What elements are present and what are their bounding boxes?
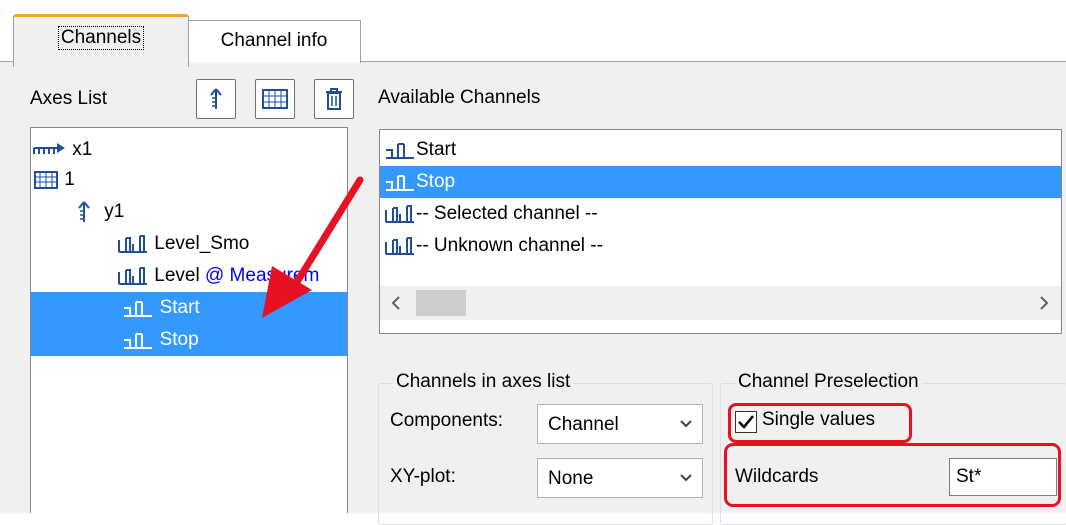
list-item[interactable]: -- Selected channel -- xyxy=(380,198,1061,230)
group-title: Channel Preselection xyxy=(735,371,922,393)
scrollbar-thumb[interactable] xyxy=(416,290,466,316)
tree-item-start[interactable]: Start xyxy=(31,292,347,324)
tree-item-label: Start xyxy=(159,297,200,318)
axes-list-label: Axes List xyxy=(30,88,108,109)
tree-item-label: 1 xyxy=(64,169,75,190)
single-values-highlight xyxy=(728,403,912,443)
list-item[interactable]: Stop xyxy=(380,166,1061,198)
available-channels-label: Available Channels xyxy=(378,87,541,108)
add-y-axis-button[interactable] xyxy=(196,79,236,119)
list-item-label: Start xyxy=(416,139,457,160)
tree-item-label: y1 xyxy=(104,201,125,222)
tab-channel-info[interactable]: Channel info xyxy=(187,20,361,63)
scroll-left-icon[interactable] xyxy=(390,295,402,311)
axes-list-tree[interactable]: x1 1 y1 Level_Smo Level @ Measurem Start xyxy=(30,127,348,513)
tree-item-level-smo[interactable]: Level_Smo xyxy=(117,228,249,260)
components-select[interactable]: Channel xyxy=(537,404,703,444)
tree-item-source: @ Measurem xyxy=(204,265,320,286)
grid-icon xyxy=(34,170,58,189)
channel-icon xyxy=(386,174,414,191)
tree-item-label: Stop xyxy=(159,329,199,350)
list-item[interactable]: Start xyxy=(380,134,1061,166)
list-item-label: -- Unknown channel -- xyxy=(416,235,603,256)
add-grid-button[interactable] xyxy=(255,79,295,119)
available-channels-list[interactable]: Start Stop -- Selected channel -- -- Unk… xyxy=(379,129,1062,334)
add-grid-icon xyxy=(262,89,288,109)
scroll-right-icon[interactable] xyxy=(1038,295,1050,311)
tree-item-stop[interactable]: Stop xyxy=(31,324,347,356)
tab-channel-info-label: Channel info xyxy=(220,30,328,51)
channel-icon xyxy=(385,236,414,255)
tree-item-grid-1[interactable]: 1 xyxy=(33,164,75,196)
channel-icon xyxy=(118,266,147,285)
list-item[interactable]: -- Unknown channel -- xyxy=(380,230,1061,262)
list-item-label: Stop xyxy=(416,171,456,192)
list-item-label: -- Selected channel -- xyxy=(416,203,598,224)
y-axis-icon xyxy=(78,201,90,222)
channel-icon xyxy=(385,204,414,223)
chevron-down-icon xyxy=(680,420,692,428)
x-axis-icon xyxy=(33,142,65,154)
group-title: Channels in axes list xyxy=(393,371,574,393)
tree-item-label: Level xyxy=(154,265,200,286)
tree-item-label: x1 xyxy=(72,139,93,160)
channel-icon xyxy=(124,300,153,317)
xy-plot-value: None xyxy=(548,468,594,489)
delete-icon xyxy=(326,88,342,110)
tree-item-label: Level_Smo xyxy=(154,233,250,254)
delete-button[interactable] xyxy=(314,79,354,119)
tab-channels[interactable]: Channels xyxy=(13,14,189,67)
wildcards-highlight xyxy=(724,443,1061,507)
chevron-down-icon xyxy=(680,474,692,482)
tree-item-y1[interactable]: y1 xyxy=(75,196,124,228)
xy-plot-select[interactable]: None xyxy=(537,458,703,498)
channel-icon xyxy=(118,234,147,253)
tree-item-level[interactable]: Level @ Measurem xyxy=(117,260,319,292)
add-y-axis-icon xyxy=(210,88,222,109)
horizontal-scrollbar[interactable] xyxy=(380,286,1061,320)
channel-icon xyxy=(386,142,414,159)
components-label: Components: xyxy=(390,410,504,431)
tree-item-x1[interactable]: x1 xyxy=(33,134,92,166)
channel-icon xyxy=(124,332,153,349)
components-value: Channel xyxy=(548,414,619,435)
tab-channels-label: Channels xyxy=(57,26,145,50)
xy-plot-label: XY-plot: xyxy=(390,466,456,487)
